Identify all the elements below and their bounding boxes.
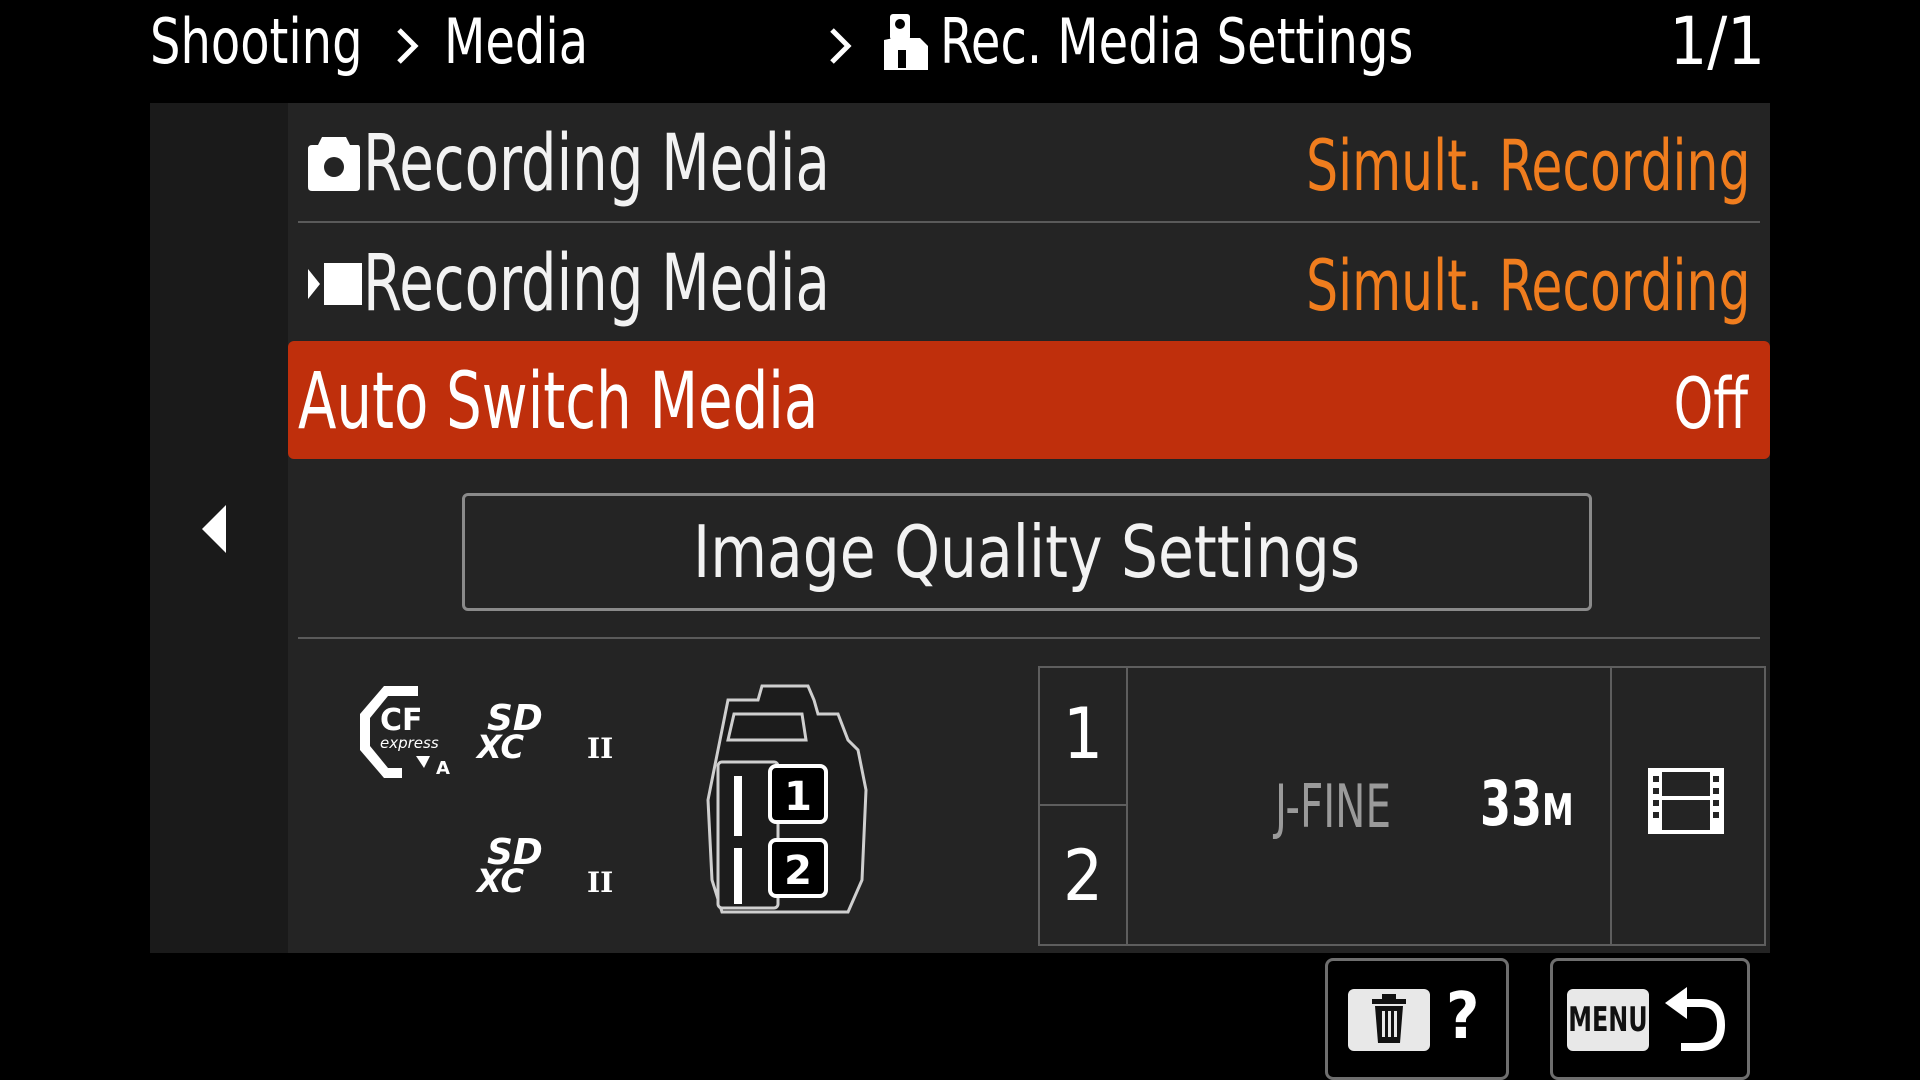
slot-number-column: 1 2	[1040, 668, 1128, 944]
page-title: Rec. Media Settings	[940, 5, 1414, 78]
camera-still-icon	[306, 131, 362, 197]
image-size-readout: 33M	[1480, 768, 1574, 847]
menu-item-value: Simult. Recording	[1305, 245, 1750, 327]
svg-text:II: II	[587, 866, 613, 899]
image-size-value: 33	[1480, 767, 1543, 840]
menu-item-auto-switch-media[interactable]: Auto Switch Media Off	[288, 341, 1770, 459]
svg-text:II: II	[587, 732, 613, 765]
svg-text:2: 2	[784, 848, 812, 894]
breadcrumb-separator-icon	[828, 26, 852, 70]
left-nav-strip	[150, 103, 288, 953]
image-size-unit: M	[1542, 785, 1574, 836]
media-info-area: CF express A SD XC II SD XC II 1 2 1 2 J…	[288, 638, 1770, 953]
trash-icon	[1348, 989, 1430, 1051]
slot-divider	[1040, 804, 1126, 806]
svg-text:express: express	[380, 734, 439, 752]
menu-icon: MENU	[1567, 989, 1649, 1051]
page-indicator: 1/1	[1669, 3, 1765, 80]
sdxc-uhs-ii-logo-icon: SD XC II	[473, 696, 623, 770]
menu-item-value: Simult. Recording	[1305, 125, 1750, 207]
svg-text:CF: CF	[380, 703, 423, 738]
menu-item-label: Auto Switch Media	[298, 357, 819, 447]
image-quality-settings-label: Image Quality Settings	[693, 510, 1361, 594]
slot-number-2: 2	[1062, 835, 1104, 917]
menu-item-label: Recording Media	[363, 239, 830, 329]
return-arrow-icon	[1661, 983, 1727, 1059]
settings-panel: Recording Media Simult. Recording Record…	[150, 103, 1770, 953]
menu-item-label: Recording Media	[363, 119, 830, 209]
slot-number-1: 1	[1062, 693, 1104, 775]
menu-item-movie-recording-media[interactable]: Recording Media Simult. Recording	[298, 223, 1760, 341]
menu-item-value: Off	[1673, 363, 1748, 445]
image-quality-settings-button[interactable]: Image Quality Settings	[462, 493, 1592, 611]
breadcrumb-shooting: Shooting	[150, 5, 363, 78]
film-column-divider	[1610, 668, 1612, 944]
breadcrumb-media: Media	[444, 5, 589, 78]
camera-card-slot-diagram-icon: 1 2	[698, 680, 878, 924]
header-bar: Shooting Media Rec. Media Settings 1/1	[0, 0, 1920, 100]
film-strip-icon	[1648, 768, 1724, 838]
svg-text:A: A	[436, 758, 450, 779]
svg-text:1: 1	[784, 774, 812, 820]
menu-item-still-recording-media[interactable]: Recording Media Simult. Recording	[298, 103, 1760, 221]
breadcrumb-separator-icon	[395, 26, 419, 70]
movie-camera-icon	[306, 259, 364, 313]
svg-text:XC: XC	[475, 862, 525, 900]
delete-help-button[interactable]: ?	[1325, 958, 1509, 1080]
left-arrow-icon[interactable]	[200, 503, 228, 559]
sdxc-uhs-ii-logo-icon: SD XC II	[473, 830, 623, 904]
cfexpress-type-a-logo-icon: CF express A	[358, 684, 458, 784]
help-icon: ?	[1446, 980, 1480, 1054]
svg-text:XC: XC	[475, 728, 525, 766]
image-quality-readout: J-FINE	[1275, 772, 1392, 842]
slot-info-table: 1 2 J-FINE 33M	[1038, 666, 1766, 946]
media-card-icon	[880, 10, 934, 78]
menu-label: MENU	[1568, 1000, 1648, 1040]
menu-back-button[interactable]: MENU	[1550, 958, 1750, 1080]
